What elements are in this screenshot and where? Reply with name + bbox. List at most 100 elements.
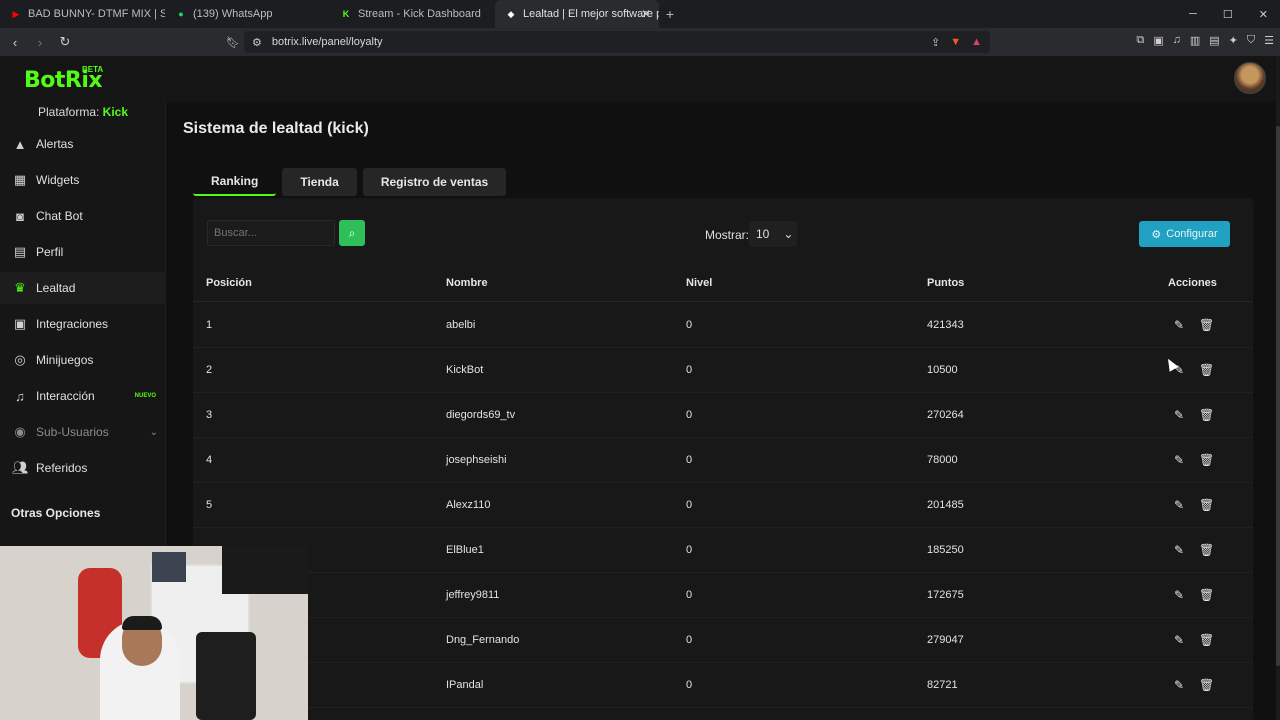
screenshot-icon[interactable]: ▣ [1153, 34, 1163, 47]
position-cell: 2 [206, 364, 213, 376]
edit-icon[interactable]: ✎ [1174, 633, 1184, 647]
delete-icon[interactable]: 🗑︎ [1199, 498, 1214, 512]
sidebar-item-perfil[interactable]: ▤ Perfil [0, 236, 166, 268]
sidebar-item-subusuarios[interactable]: ◉ Sub-Usuarios ⌄ [0, 416, 166, 448]
reload-icon[interactable]: ↻ [55, 34, 75, 50]
delete-icon[interactable]: 🗑︎ [1199, 318, 1214, 332]
delete-icon[interactable]: 🗑︎ [1199, 633, 1214, 647]
browser-tab-botrix[interactable]: ◆ Lealtad | El mejor software para ✕ [495, 0, 659, 28]
delete-icon[interactable]: 🗑︎ [1199, 678, 1214, 692]
table-row: 5 Alexz110 0 201485 ✎ 🗑︎ [193, 483, 1253, 528]
points-cell: 78000 [927, 454, 958, 466]
edit-icon[interactable]: ✎ [1174, 453, 1184, 467]
close-window-icon[interactable]: ✕ [1259, 8, 1268, 21]
page-size-select[interactable]: 10 ⌄ [749, 221, 797, 247]
level-cell: 0 [686, 589, 693, 601]
browser-tab-bar: ▶ BAD BUNNY- DTMF MIX | STACK ● (139) Wh… [0, 0, 1280, 28]
ranking-card: ⌕ Mostrar: 10 ⌄ ⚙ Configurar Posición No… [193, 198, 1253, 720]
tab-title: Lealtad | El mejor software para [523, 8, 659, 20]
edit-icon[interactable]: ✎ [1174, 498, 1184, 512]
gamepad-icon: ◎ [14, 352, 26, 367]
edit-icon[interactable]: ✎ [1174, 408, 1184, 422]
column-header[interactable]: Nivel [686, 277, 712, 289]
trophy-icon: ♛ [14, 280, 26, 295]
delete-icon[interactable]: 🗑︎ [1199, 408, 1214, 422]
url-text: botrix.live/panel/loyalty [271, 36, 383, 48]
maximize-icon[interactable]: ☐ [1223, 8, 1233, 21]
sidebar-toggle-icon[interactable]: ▥ [1190, 34, 1200, 47]
points-cell: 279047 [927, 634, 964, 646]
new-tab-icon[interactable]: + [659, 6, 681, 22]
name-cell: abelbi [446, 319, 476, 331]
points-cell: 201485 [927, 499, 964, 511]
page-scrollbar[interactable] [1276, 56, 1280, 720]
position-cell: 1 [206, 319, 213, 331]
delete-icon[interactable]: 🗑︎ [1199, 543, 1214, 557]
table-row: 3 diegords69_tv 0 270264 ✎ 🗑︎ [193, 393, 1253, 438]
points-cell: 421343 [927, 319, 964, 331]
sidebar-item-interaccion[interactable]: ♫ Interacción NUEVO [0, 380, 166, 412]
edit-icon[interactable]: ✎ [1174, 543, 1184, 557]
close-tab-icon[interactable]: ✕ [641, 7, 651, 21]
tab-ranking[interactable]: Ranking [193, 168, 277, 196]
menu-icon[interactable]: ☰ [1264, 34, 1274, 47]
sidebar-item-referidos[interactable]: 👥︎ Referidos [0, 452, 166, 484]
name-cell: diegords69_tv [446, 409, 516, 421]
delete-icon[interactable]: 🗑︎ [1199, 453, 1214, 467]
sidebar-item-label: Interacción [36, 389, 95, 403]
configure-button[interactable]: ⚙ Configurar [1139, 221, 1230, 247]
music-icon[interactable]: ♫ [1173, 34, 1181, 47]
sidebar-item-minijuegos[interactable]: ◎ Minijuegos [0, 344, 166, 376]
sidebar-item-widgets[interactable]: ▦ Widgets [0, 164, 166, 196]
whatsapp-icon: ● [178, 9, 184, 19]
botrix-icon: ◆ [507, 8, 515, 19]
gears-icon: ⚙ [1151, 228, 1162, 241]
delete-icon[interactable]: 🗑︎ [1199, 363, 1214, 377]
app-header: BotRix BETA [0, 56, 1276, 102]
sidebar-item-alertas[interactable]: ▲ Alertas [0, 128, 166, 160]
name-cell: jeffrey9811 [446, 589, 500, 601]
forward-icon[interactable]: › [30, 35, 50, 50]
share-icon[interactable]: ⇪ [931, 36, 940, 49]
brave-shield-icon[interactable]: ▼ [950, 36, 961, 49]
search-button[interactable]: ⌕ [339, 220, 365, 246]
tab-registro-ventas[interactable]: Registro de ventas [362, 168, 507, 196]
level-cell: 0 [686, 319, 693, 331]
level-cell: 0 [686, 634, 693, 646]
edit-icon[interactable]: ✎ [1174, 318, 1184, 332]
browser-tab-kick[interactable]: K Stream - Kick Dashboard [330, 0, 495, 28]
sidebar-item-label: Referidos [36, 461, 88, 475]
delete-icon[interactable]: 🗑︎ [1199, 588, 1214, 602]
search-input[interactable] [207, 220, 335, 246]
column-header[interactable]: Nombre [446, 277, 488, 289]
column-header[interactable]: Posición [206, 277, 252, 289]
name-cell: josephseishi [446, 454, 507, 466]
sidebar-item-label: Lealtad [36, 281, 76, 295]
browser-tab-youtube[interactable]: ▶ BAD BUNNY- DTMF MIX | STACK [0, 0, 165, 28]
tab-tienda[interactable]: Tienda [282, 168, 357, 196]
browser-tab-whatsapp[interactable]: ● (139) WhatsApp [165, 0, 330, 28]
tab-title: Stream - Kick Dashboard [358, 8, 481, 20]
sidebar-item-lealtad[interactable]: ♛ Lealtad [0, 272, 166, 304]
show-label: Mostrar: [705, 228, 750, 242]
tab-list: Ranking Tienda Registro de ventas [193, 168, 507, 196]
rewards-icon[interactable]: ▲ [971, 36, 982, 49]
edit-icon[interactable]: ✎ [1174, 678, 1184, 692]
extensions-icon[interactable]: ⧉ [1136, 34, 1144, 47]
edit-icon[interactable]: ✎ [1174, 588, 1184, 602]
leo-icon[interactable]: ✦ [1229, 34, 1238, 47]
tab-title: (139) WhatsApp [193, 8, 273, 20]
sidebar-item-integraciones[interactable]: ▣ Integraciones [0, 308, 166, 340]
minimize-icon[interactable]: ─ [1189, 8, 1197, 21]
sidebar-item-chatbot[interactable]: ◙ Chat Bot [0, 200, 166, 232]
back-icon[interactable]: ‹ [5, 35, 25, 50]
bookmark-icon[interactable]: 🔖︎ [226, 36, 240, 49]
wallet-icon[interactable]: ▤ [1209, 34, 1219, 47]
vpn-icon[interactable]: ⛉ [1247, 34, 1255, 47]
url-actions: ⇪ ▼ ▲ [931, 36, 990, 49]
address-bar[interactable]: 🔖︎ ⚙︎ botrix.live/panel/loyalty ⇪ ▼ ▲ [226, 31, 990, 53]
column-header[interactable]: Puntos [927, 277, 964, 289]
avatar[interactable] [1234, 62, 1266, 94]
sidebar-item-label: Perfil [36, 245, 64, 259]
site-settings-icon[interactable]: ⚙︎ [252, 36, 262, 49]
